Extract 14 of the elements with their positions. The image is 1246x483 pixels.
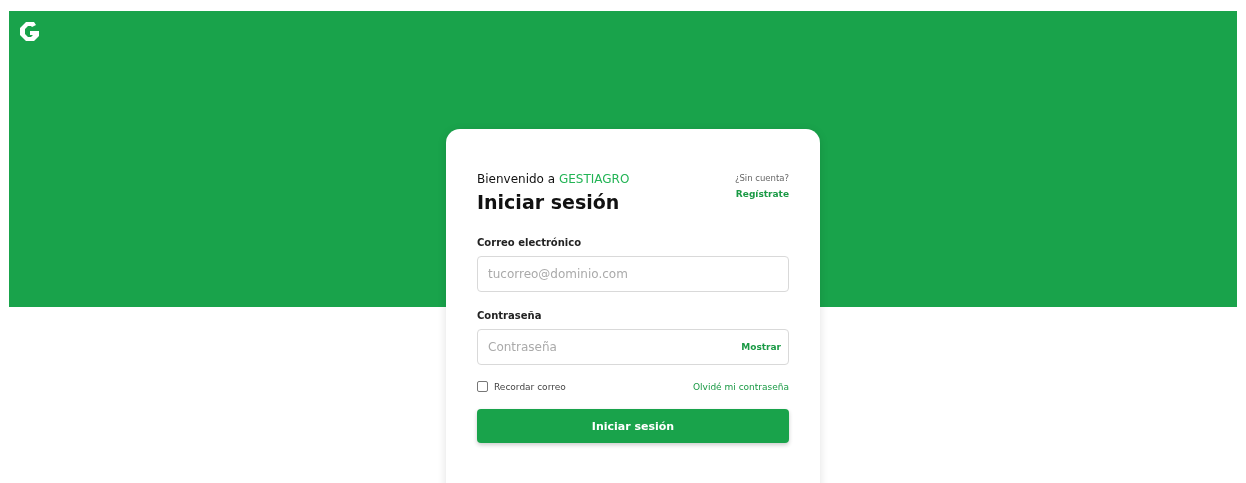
email-field[interactable]: tucorreo@dominio.com [477, 256, 789, 292]
password-field[interactable]: Contraseña Mostrar [477, 329, 789, 365]
email-label: Correo electrónico [477, 237, 583, 248]
signup-link[interactable]: Regístrate [735, 189, 789, 199]
logo-icon [20, 22, 39, 41]
login-button[interactable]: Iniciar sesión [477, 409, 789, 443]
login-title: Iniciar sesión [477, 191, 621, 213]
remember-label: Recordar correo [494, 381, 566, 392]
welcome-text: Bienvenido a GESTIAGRO [477, 172, 630, 186]
remember-checkbox[interactable] [477, 381, 488, 392]
forgot-password-link[interactable]: Olvidé mi contraseña [693, 381, 789, 392]
show-password-link[interactable]: Mostrar [741, 342, 781, 352]
signup-question: ¿Sin cuenta? [734, 173, 789, 183]
password-label: Contraseña [477, 310, 543, 321]
